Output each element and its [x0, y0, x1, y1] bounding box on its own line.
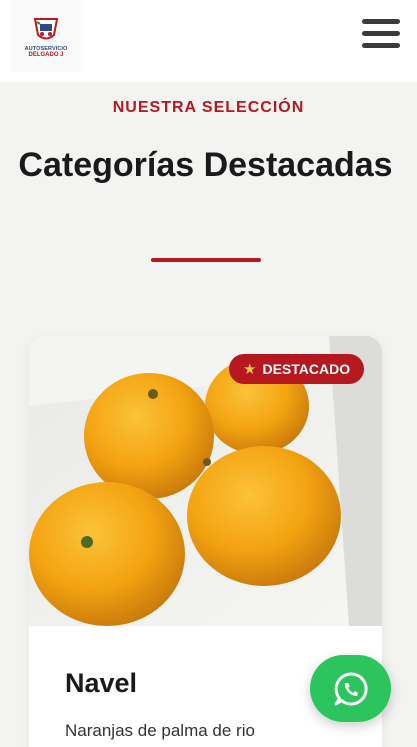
star-icon: ★ [243, 361, 257, 378]
shopping-cart-logo-icon [33, 17, 59, 39]
store-logo[interactable]: AUTOSERVICIO DELGADO J [10, 0, 82, 72]
featured-badge-label: DESTACADO [262, 361, 351, 377]
site-header: AUTOSERVICIO DELGADO J [0, 0, 417, 82]
title-divider [151, 258, 261, 262]
card-description: Naranjas de palma de rio [65, 721, 255, 740]
whatsapp-button[interactable] [310, 655, 391, 722]
hamburger-menu-icon[interactable] [362, 19, 402, 53]
featured-badge: ★ DESTACADO [229, 354, 365, 384]
section-title: Categorías Destacadas [18, 146, 393, 184]
logo-text-bottom: DELGADO J [28, 51, 64, 58]
card-title: Navel [65, 668, 138, 698]
section-kicker: NUESTRA SELECCIÓN [112, 99, 305, 116]
whatsapp-icon [334, 671, 368, 705]
